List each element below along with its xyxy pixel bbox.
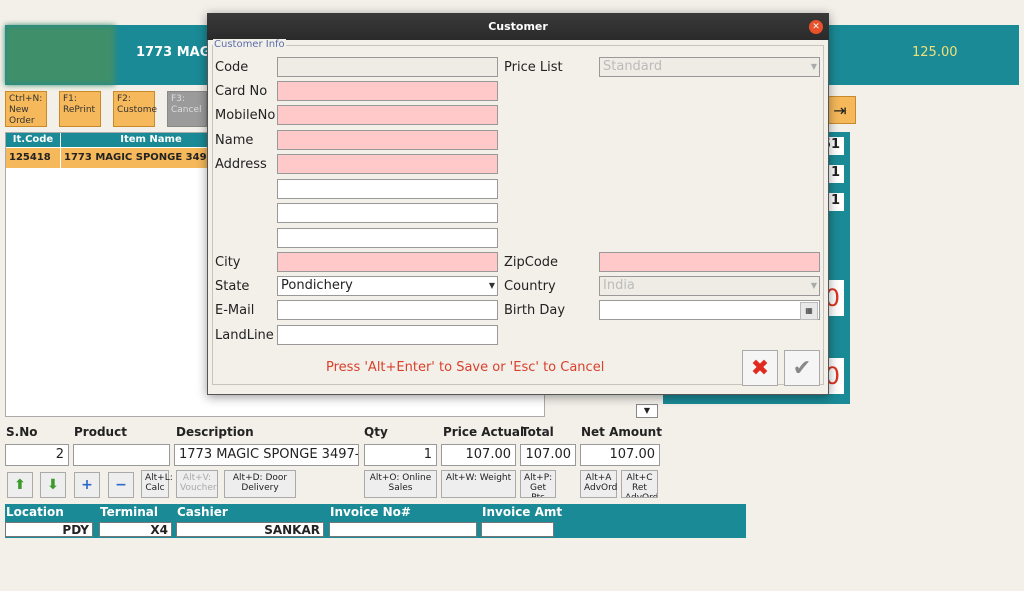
chevron-down-icon: ▼ — [810, 281, 818, 290]
address-line4-input[interactable] — [277, 228, 498, 248]
chevron-down-icon: ▼ — [488, 281, 496, 290]
invoice-no-label: Invoice No# — [330, 505, 411, 519]
zipcode-label: ZipCode — [504, 255, 559, 270]
dialog-title: Customer — [207, 13, 829, 40]
state-label: State — [215, 279, 250, 294]
calc-button[interactable]: Alt+L: Calc — [141, 470, 173, 498]
dialog-cancel-button[interactable]: ✖ — [742, 350, 778, 386]
terminal-label: Terminal — [100, 505, 159, 519]
card-no-label: Card No — [215, 84, 268, 99]
move-up-button[interactable]: ⬆ — [7, 472, 33, 498]
return-advance-order-button[interactable]: Alt+C Ret AdvOrd — [621, 470, 658, 498]
arrow-down-icon: ⬇ — [47, 477, 59, 493]
cashier-field: SANKAR — [176, 522, 324, 537]
state-select[interactable]: Pondichery ▼ — [277, 276, 498, 296]
scroll-down-arrow[interactable]: ▼ — [636, 404, 658, 418]
location-label: Location — [6, 505, 64, 519]
column-header-code: It.Code — [6, 133, 60, 147]
price-list-select[interactable]: Standard ▼ — [599, 57, 820, 77]
row-item-name[interactable]: 1773 MAGIC SPONGE 3497 — [61, 148, 207, 168]
card-no-input[interactable] — [277, 81, 498, 101]
door-delivery-button[interactable]: Alt+D: Door Delivery — [224, 470, 296, 498]
online-sales-button[interactable]: Alt+O: Online Sales — [364, 470, 437, 498]
add-qty-button[interactable]: + — [74, 472, 100, 498]
country-value: India — [603, 278, 635, 293]
net-amount-field[interactable]: 107.00 — [580, 444, 660, 466]
cross-icon: ✖ — [750, 355, 770, 381]
location-field: PDY — [5, 522, 93, 537]
address-line2-input[interactable] — [277, 179, 498, 199]
close-icon: ✕ — [812, 22, 820, 32]
birth-day-input[interactable]: ▦ — [599, 300, 820, 320]
total-field[interactable]: 107.00 — [520, 444, 576, 466]
price-list-label: Price List — [504, 60, 563, 75]
plus-icon: + — [81, 477, 93, 493]
exit-icon: ⇥ — [833, 100, 847, 120]
country-label: Country — [504, 279, 556, 294]
invoice-no-field — [329, 522, 477, 537]
invoice-amt-label: Invoice Amt — [482, 505, 563, 519]
sno-label: S.No — [6, 425, 38, 439]
dialog-close-button[interactable]: ✕ — [809, 20, 823, 34]
chevron-down-icon: ▼ — [810, 62, 818, 71]
birth-day-label: Birth Day — [504, 303, 566, 318]
price-list-value: Standard — [603, 59, 663, 74]
zipcode-input[interactable] — [599, 252, 820, 272]
name-input[interactable] — [277, 130, 498, 150]
state-value: Pondichery — [281, 278, 353, 293]
weight-button[interactable]: Alt+W: Weight — [441, 470, 516, 498]
mobile-no-label: MobileNo — [215, 108, 276, 123]
banner-item-title: 1773 MAGI — [136, 45, 216, 60]
customer-button[interactable]: F2: Custome — [113, 91, 157, 127]
address-line3-input[interactable] — [277, 203, 498, 223]
new-order-button[interactable]: Ctrl+N: New Order — [5, 91, 47, 127]
code-field[interactable] — [277, 57, 498, 77]
terminal-field: X4 — [99, 522, 172, 537]
price-actual-field[interactable]: 107.00 — [441, 444, 516, 466]
country-select[interactable]: India ▼ — [599, 276, 820, 296]
code-label: Code — [215, 60, 249, 75]
net-amount-label: Net Amount — [581, 425, 662, 439]
sno-field[interactable]: 2 — [5, 444, 69, 466]
description-field[interactable]: 1773 MAGIC SPONGE 3497-J — [174, 444, 359, 466]
reprint-button[interactable]: F1: RePrint — [59, 91, 101, 127]
email-input[interactable] — [277, 300, 498, 320]
voucher-button[interactable]: Alt+V: Voucher — [176, 470, 218, 498]
product-input[interactable] — [73, 444, 170, 466]
checkmark-icon: ✔ — [792, 355, 812, 381]
address-line1-input[interactable] — [277, 154, 498, 174]
price-actual-label: Price Actual — [443, 425, 525, 439]
customer-info-legend: Customer Info — [213, 39, 286, 50]
dialog-save-button[interactable]: ✔ — [784, 350, 820, 386]
arrow-up-icon: ⬆ — [14, 477, 26, 493]
minus-icon: − — [115, 477, 127, 493]
landline-label: LandLine — [215, 328, 274, 343]
invoice-amt-field — [481, 522, 554, 537]
city-label: City — [215, 255, 241, 270]
address-label: Address — [215, 157, 267, 172]
product-label: Product — [74, 425, 127, 439]
description-label: Description — [176, 425, 254, 439]
remove-qty-button[interactable]: − — [108, 472, 134, 498]
total-label: Total — [521, 425, 554, 439]
mobile-no-input[interactable] — [277, 105, 498, 125]
city-input[interactable] — [277, 252, 498, 272]
advance-order-button[interactable]: Alt+A AdvOrd — [580, 470, 617, 498]
get-points-button[interactable]: Alt+P: Get Pts — [520, 470, 556, 498]
save-cancel-hint: Press 'Alt+Enter' to Save or 'Esc' to Ca… — [326, 360, 605, 375]
store-logo — [5, 25, 115, 85]
banner-amount: 125.00 — [912, 45, 958, 60]
landline-input[interactable] — [277, 325, 498, 345]
row-item-code[interactable]: 125418 — [6, 148, 60, 168]
email-label: E-Mail — [215, 303, 255, 318]
cancel-button[interactable]: F3: Cancel — [167, 91, 207, 127]
cashier-label: Cashier — [177, 505, 228, 519]
qty-field[interactable]: 1 — [364, 444, 437, 466]
name-label: Name — [215, 133, 254, 148]
calendar-icon[interactable]: ▦ — [800, 302, 818, 320]
qty-label: Qty — [364, 425, 388, 439]
move-down-button[interactable]: ⬇ — [40, 472, 66, 498]
